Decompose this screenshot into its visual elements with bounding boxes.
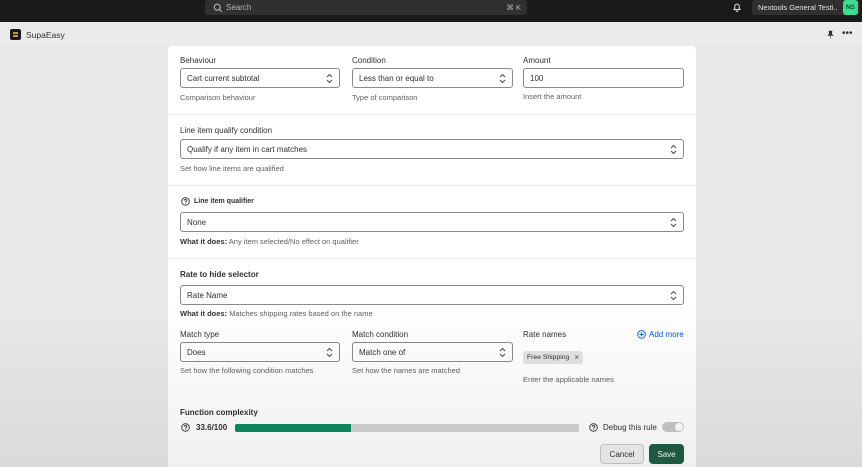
amount-input[interactable]: 100 (523, 68, 684, 88)
search-bar[interactable]: Search ⌘ K (205, 0, 527, 15)
app-title-bar: SupaEasy ••• (0, 22, 862, 46)
add-more-label: Add more (649, 330, 684, 339)
line-item-qualifier-help: What it does: Any item selected/No effec… (180, 237, 359, 246)
condition-select[interactable]: Less than or equal to (352, 68, 513, 88)
rate-name-tag-label: Free Shipping (527, 354, 570, 361)
amount-value: 100 (530, 73, 544, 83)
section-divider (168, 258, 696, 259)
line-item-condition-label: Line item qualify condition (180, 126, 273, 135)
more-actions-icon[interactable]: ••• (842, 28, 853, 39)
rate-names-label: Rate names (523, 330, 567, 339)
toggle-knob (675, 423, 683, 431)
app-logo-icon (10, 29, 21, 40)
what-it-does-label: What it does: (180, 237, 228, 246)
line-item-condition-select[interactable]: Qualify if any item in cart matches (180, 139, 684, 159)
match-condition-label: Match condition (352, 330, 409, 339)
behaviour-select[interactable]: Cart current subtotal (180, 68, 340, 88)
rule-editor-card: Behaviour Cart current subtotal Comparis… (168, 46, 696, 467)
match-type-value: Does (187, 347, 206, 357)
cancel-button[interactable]: Cancel (600, 444, 644, 464)
bell-icon (732, 2, 742, 14)
line-item-qualifier-select[interactable]: None (180, 212, 684, 232)
search-icon (213, 3, 223, 13)
qualifier-description: Any item selected/No effect on qualifier (228, 237, 359, 246)
what-it-does-label: What it does: (180, 309, 228, 318)
select-chevron-icon (670, 217, 677, 228)
match-type-select[interactable]: Does (180, 342, 340, 362)
rate-name-tag: Free Shipping × (523, 351, 583, 364)
section-divider (168, 114, 696, 115)
line-item-condition-help: Set how line items are qualified (180, 164, 284, 173)
select-chevron-icon (326, 73, 333, 84)
rate-selector-value: Rate Name (187, 290, 228, 300)
pin-icon[interactable] (826, 30, 835, 39)
condition-help: Type of comparison (352, 93, 418, 102)
complexity-value: 33.6/100 (196, 423, 228, 432)
rate-names-help: Enter the applicable names (523, 375, 614, 384)
complexity-progress-fill (235, 424, 351, 432)
match-condition-select[interactable]: Match one of (352, 342, 513, 362)
behaviour-value: Cart current subtotal (187, 73, 260, 83)
match-condition-value: Match one of (359, 347, 406, 357)
remove-tag-icon[interactable]: × (574, 353, 579, 362)
match-condition-help: Set how the names are matched (352, 366, 460, 375)
rate-selector-description: Matches shipping rates based on the name (229, 309, 373, 318)
select-chevron-icon (499, 73, 506, 84)
help-circle-icon[interactable] (181, 423, 190, 432)
select-chevron-icon (326, 347, 333, 358)
rate-selector-help: What it does: Matches shipping rates bas… (180, 309, 373, 318)
notifications-button[interactable] (726, 0, 748, 15)
line-item-condition-value: Qualify if any item in cart matches (187, 144, 308, 154)
save-button[interactable]: Save (649, 444, 684, 464)
function-complexity-label: Function complexity (180, 408, 258, 417)
store-name: Nextools General Testi... (758, 3, 838, 12)
debug-rule-label: Debug this rule (603, 423, 657, 432)
debug-rule-toggle[interactable] (662, 422, 684, 432)
store-avatar: NS (843, 0, 858, 15)
admin-top-bar: Search ⌘ K Nextools General Testi... NS (0, 0, 862, 22)
behaviour-help: Comparison behaviour (180, 93, 256, 102)
behaviour-label: Behaviour (180, 56, 217, 65)
search-shortcut: ⌘ K (506, 3, 521, 12)
section-divider (168, 185, 696, 186)
select-chevron-icon (670, 290, 677, 301)
amount-help: Insert the amount (523, 92, 582, 101)
help-circle-icon[interactable] (589, 423, 598, 432)
complexity-progress-bar (235, 424, 579, 432)
add-more-button[interactable]: Add more (637, 330, 684, 339)
condition-label: Condition (352, 56, 386, 65)
search-label: Search (226, 3, 252, 12)
rate-selector-heading: Rate to hide selector (180, 270, 259, 279)
line-item-qualifier-label: Line item qualifier (194, 198, 254, 205)
match-type-label: Match type (180, 330, 220, 339)
plus-circle-icon (637, 330, 646, 339)
rate-selector-select[interactable]: Rate Name (180, 285, 684, 305)
select-chevron-icon (670, 144, 677, 155)
line-item-qualifier-value: None (187, 217, 207, 227)
condition-value: Less than or equal to (359, 73, 434, 83)
app-name: SupaEasy (26, 30, 65, 40)
select-chevron-icon (499, 347, 506, 358)
help-circle-icon[interactable] (181, 197, 190, 206)
store-switcher[interactable]: Nextools General Testi... NS (752, 0, 860, 15)
amount-label: Amount (523, 56, 551, 65)
match-type-help: Set how the following condition matches (180, 366, 314, 375)
